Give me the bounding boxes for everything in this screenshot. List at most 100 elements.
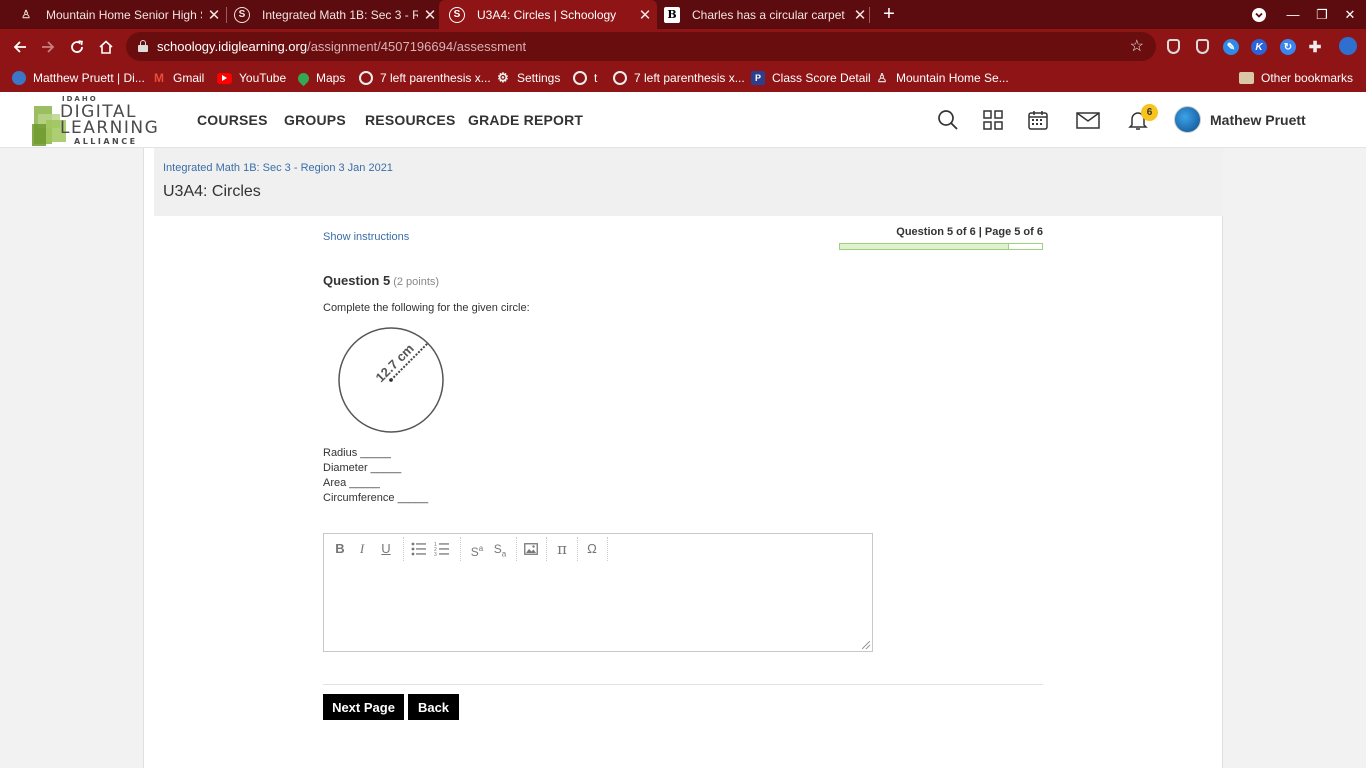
folder-icon [1239, 72, 1254, 84]
toolbar-separator [516, 537, 517, 561]
question-items: Radius _____ Diameter _____ Area _____ C… [323, 446, 428, 506]
apps-grid-icon[interactable] [981, 108, 1005, 132]
bookmark-item[interactable]: P Class Score Detail [751, 69, 871, 87]
maps-icon [295, 70, 312, 86]
image-icon[interactable] [522, 539, 540, 559]
user-name[interactable]: Mathew Pruett [1210, 112, 1306, 128]
question-prompt: Complete the following for the given cir… [323, 302, 530, 314]
bookmark-star-icon[interactable]: ☆ [1130, 36, 1144, 56]
progress-fill [840, 244, 1009, 249]
nav-resources[interactable]: RESOURCES [365, 112, 455, 128]
calendar-icon[interactable] [1026, 108, 1050, 132]
bookmark-label: Other bookmarks [1261, 71, 1354, 85]
question-label: Question 5 [323, 273, 391, 288]
tab-divider [869, 7, 870, 23]
site-header: IDAHO DIGITAL LEARNING ALLIANCE COURSES … [0, 92, 1366, 148]
tab-search-icon[interactable] [1243, 0, 1275, 29]
bookmark-item[interactable]: Matthew Pruett | Di... [12, 69, 145, 87]
resize-grip-icon[interactable] [862, 641, 870, 649]
web-icon [613, 71, 627, 85]
svg-text:3: 3 [434, 552, 437, 556]
new-tab-icon[interactable]: + [878, 3, 900, 25]
url-path: /assignment/4507196694/assessment [307, 39, 527, 54]
diameter-item: Diameter _____ [323, 462, 402, 474]
puzzle-extension-icon[interactable]: ✚ [1307, 39, 1323, 56]
circle-figure: 12.7 cm [333, 323, 449, 437]
main-content: Integrated Math 1B: Sec 3 - Region 3 Jan… [143, 148, 1223, 768]
logo-text-learning: LEARNING [60, 118, 160, 138]
other-bookmarks[interactable]: Other bookmarks [1239, 69, 1353, 87]
address-bar[interactable]: schoology.idiglearning.org/assignment/45… [126, 32, 1156, 61]
bookmark-item[interactable]: ♙ Mountain Home Se... [875, 69, 1009, 87]
divider [323, 684, 1043, 685]
gmail-icon: M [154, 71, 164, 85]
shield-extension-icon[interactable] [1196, 39, 1209, 54]
close-window-icon[interactable]: ✕ [1334, 0, 1366, 29]
underline-icon[interactable]: U [378, 539, 394, 559]
bold-icon[interactable]: B [332, 539, 348, 559]
p-icon: P [751, 71, 765, 85]
bookmark-label: Settings [517, 71, 561, 85]
minimize-icon[interactable]: — [1277, 0, 1309, 29]
breadcrumb[interactable]: Integrated Math 1B: Sec 3 - Region 3 Jan… [163, 162, 393, 174]
web-icon [573, 71, 587, 85]
close-icon[interactable]: ✕ [202, 6, 226, 24]
superscript-icon[interactable]: Sa [467, 539, 487, 559]
bookmark-item[interactable]: YouTube [217, 69, 286, 87]
avatar[interactable] [1174, 106, 1201, 133]
bookmark-label: Matthew Pruett | Di... [33, 71, 145, 85]
bookmark-item[interactable]: M Gmail [152, 69, 204, 87]
back-arrow-icon[interactable] [7, 34, 33, 60]
toolbar-separator [403, 537, 404, 561]
blue-extension-icon[interactable]: ✎ [1223, 39, 1239, 55]
bulleted-list-icon[interactable] [410, 539, 428, 559]
italic-icon[interactable]: I [354, 539, 370, 559]
bookmark-label: 7 left parenthesis x... [634, 71, 745, 85]
area-item: Area _____ [323, 477, 380, 489]
bookmark-label: Class Score Detail [772, 71, 871, 85]
bookmark-label: Gmail [173, 71, 205, 85]
page-header: Integrated Math 1B: Sec 3 - Region 3 Jan… [154, 148, 1223, 216]
next-page-button[interactable]: Next Page [323, 694, 404, 720]
page-title: U3A4: Circles [163, 183, 261, 200]
forward-arrow-icon[interactable] [35, 34, 61, 60]
browser-tab[interactable]: ♙ Mountain Home Senior High Sch ✕ [8, 0, 226, 29]
browser-toolbar: schoology.idiglearning.org/assignment/45… [0, 29, 1366, 64]
back-button[interactable]: Back [408, 694, 459, 720]
idla-logo[interactable]: IDAHO DIGITAL LEARNING ALLIANCE [32, 94, 180, 146]
nav-groups[interactable]: GROUPS [284, 112, 346, 128]
search-icon[interactable] [936, 108, 960, 132]
tab-title: Charles has a circular carpet in t [692, 7, 848, 22]
browser-tab-active[interactable]: S U3A4: Circles | Schoology ✕ [439, 0, 657, 29]
lock-icon [138, 40, 148, 52]
bookmark-item[interactable]: 7 left parenthesis x... [359, 69, 491, 87]
nav-grade-report[interactable]: GRADE REPORT [468, 112, 583, 128]
answer-editor[interactable]: B I U 123 Sa Sa π Ω [323, 533, 873, 652]
shield-extension-icon[interactable] [1167, 39, 1180, 54]
reload-icon[interactable] [64, 34, 90, 60]
tab-title: U3A4: Circles | Schoology [477, 7, 617, 22]
circumference-item: Circumference _____ [323, 492, 429, 504]
nav-courses[interactable]: COURSES [197, 112, 268, 128]
bookmark-item[interactable]: ⚙ Settings [496, 69, 560, 87]
show-instructions-link[interactable]: Show instructions [323, 231, 409, 243]
browser-tab[interactable]: B Charles has a circular carpet in t ✕ [654, 0, 872, 29]
bookmark-label: Mountain Home Se... [896, 71, 1009, 85]
bookmark-label: t [594, 71, 598, 85]
browser-tab[interactable]: S Integrated Math 1B: Sec 3 - Regi ✕ [224, 0, 442, 29]
mail-icon[interactable] [1075, 108, 1101, 132]
math-pi-icon[interactable]: π [553, 539, 571, 559]
subscript-icon[interactable]: Sa [490, 539, 510, 559]
special-character-icon[interactable]: Ω [583, 539, 601, 559]
k-extension-icon[interactable]: K [1251, 39, 1267, 55]
progress-marker [1008, 243, 1010, 250]
blue-extension-icon[interactable]: ↻ [1280, 39, 1296, 55]
tab-title: Integrated Math 1B: Sec 3 - Regi [262, 7, 418, 22]
bookmark-item[interactable]: t [573, 69, 597, 87]
home-icon[interactable] [93, 34, 119, 60]
tab-strip: ♙ Mountain Home Senior High Sch ✕ S Inte… [0, 0, 1366, 29]
numbered-list-icon[interactable]: 123 [433, 539, 451, 559]
profile-avatar-icon[interactable] [1339, 37, 1357, 55]
bookmark-item[interactable]: 7 left parenthesis x... [613, 69, 745, 87]
bookmark-item[interactable]: Maps [295, 69, 345, 87]
